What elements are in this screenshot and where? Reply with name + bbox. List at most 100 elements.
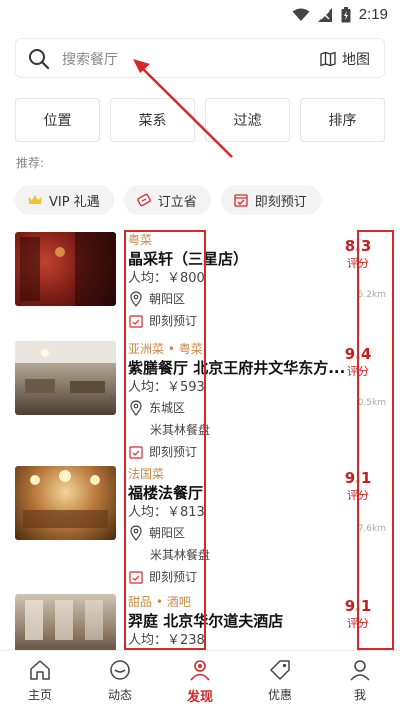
average-price: 人均：￥593 <box>128 380 205 395</box>
filter-location-button[interactable]: 位置 <box>15 98 100 142</box>
rating-score: 9.1 <box>344 469 372 487</box>
rating-label: 评分 <box>347 617 369 630</box>
district-label: 朝阳区 <box>149 292 186 306</box>
crown-icon <box>28 195 42 204</box>
tab-feed[interactable]: 动态 <box>80 651 160 711</box>
profile-icon <box>350 660 370 681</box>
status-time: 2:19 <box>358 6 388 23</box>
average-price: 人均：￥800 <box>128 271 205 286</box>
chip-label: VIP 礼遇 <box>49 194 100 210</box>
tab-profile[interactable]: 我 <box>320 651 400 711</box>
tab-label: 发现 <box>186 690 213 705</box>
chip-vip[interactable]: VIP 礼遇 <box>15 185 114 215</box>
booking-label: 即刻预订 <box>149 314 198 328</box>
cuisine-label: 法国菜 <box>128 467 165 481</box>
district-label: 朝阳区 <box>149 526 186 540</box>
michelin-line: 米其林餐盘 <box>128 419 348 441</box>
calendar-check-icon <box>129 571 143 584</box>
restaurant-name: 羿庭 北京华尔道夫酒店 <box>128 612 284 630</box>
restaurant-photo <box>15 232 116 306</box>
michelin-label: 米其林餐盘 <box>150 423 211 437</box>
chip-instant-booking[interactable]: 即刻预订 <box>220 185 321 215</box>
restaurant-name: 晶采轩（三星店） <box>128 250 249 268</box>
michelin-label: 米其林餐盘 <box>150 548 211 562</box>
booking-line: 即刻预订 <box>128 310 348 332</box>
home-icon <box>30 660 50 680</box>
coupon-icon <box>136 193 151 207</box>
rating-block: 9.1 评分 <box>338 468 378 504</box>
search-icon <box>29 49 50 70</box>
average-price: 人均：￥813 <box>128 505 205 520</box>
restaurant-info: 甜品 • 酒吧 羿庭 北京华尔道夫酒店 人均：￥238 <box>128 594 348 650</box>
filter-filter-button[interactable]: 过滤 <box>205 98 290 142</box>
discover-icon <box>190 660 210 681</box>
distance-label: 5.2km <box>357 290 386 300</box>
restaurant-photo <box>15 466 116 540</box>
district-line: 朝阳区 <box>128 288 348 310</box>
wifi-icon <box>292 8 310 21</box>
booking-label: 即刻预订 <box>149 445 198 459</box>
map-icon <box>320 51 336 67</box>
distance-label: 7.6km <box>357 524 386 534</box>
restaurant-photo <box>15 594 116 650</box>
rating-score: 8.3 <box>344 237 372 255</box>
tab-label: 动态 <box>107 688 132 702</box>
booking-label: 即刻预订 <box>149 570 198 584</box>
rating-score: 9.4 <box>344 345 372 363</box>
recommend-label: 推荐: <box>16 156 45 170</box>
battery-icon <box>341 6 351 22</box>
chip-coupon[interactable]: 订立省 <box>123 185 211 215</box>
tab-deals[interactable]: 优惠 <box>240 651 320 711</box>
restaurant-info: 法国菜 福楼法餐厅 人均：￥813 朝阳区 米其林餐盘 即刻预订 <box>128 466 348 588</box>
filter-row: 位置 菜系 过滤 排序 <box>15 98 385 142</box>
calendar-check-icon <box>234 194 248 207</box>
rating-block: 9.4 评分 <box>338 344 378 380</box>
tab-label: 主页 <box>27 688 52 702</box>
tag-icon <box>270 660 290 680</box>
restaurant-info: 亚洲菜 • 粤菜 紫膳餐厅 北京王府井文华东方... 人均：￥593 东城区 米… <box>128 341 348 463</box>
recommend-chips: VIP 礼遇 订立省 即刻预订 <box>15 185 321 215</box>
signal-icon <box>317 7 332 22</box>
restaurant-photo <box>15 341 116 415</box>
search-input[interactable]: 搜索餐厅 地图 <box>15 38 385 78</box>
tab-home[interactable]: 主页 <box>0 651 80 711</box>
booking-line: 即刻预订 <box>128 441 348 463</box>
booking-line: 即刻预订 <box>128 566 348 588</box>
feed-icon <box>110 660 130 680</box>
rating-score: 9.1 <box>344 597 372 615</box>
rating-block: 9.1 评分 <box>338 596 378 632</box>
calendar-check-icon <box>129 446 143 459</box>
calendar-check-icon <box>129 315 143 328</box>
district-line: 朝阳区 <box>128 522 348 544</box>
michelin-line: 米其林餐盘 <box>128 544 348 566</box>
rating-label: 评分 <box>347 365 369 378</box>
restaurant-name: 福楼法餐厅 <box>128 484 204 502</box>
distance-label: 0.5km <box>357 398 386 408</box>
average-price: 人均：￥238 <box>128 633 205 648</box>
status-bar: 2:19 <box>0 0 400 34</box>
chip-label: 即刻预订 <box>254 194 307 210</box>
rating-block: 8.3 评分 <box>338 236 378 272</box>
rating-label: 评分 <box>347 489 369 502</box>
restaurant-list: 粤菜 晶采轩（三星店） 人均：￥800 朝阳区 即刻预订 8.3 评分 5.2k… <box>0 228 400 650</box>
tab-label: 优惠 <box>267 688 292 702</box>
restaurant-name: 紫膳餐厅 北京王府井文华东方... <box>128 359 346 377</box>
district-label: 东城区 <box>149 401 186 415</box>
filter-sort-button[interactable]: 排序 <box>300 98 385 142</box>
map-button[interactable]: 地图 <box>320 49 370 69</box>
location-pin-icon <box>130 400 142 416</box>
cuisine-label: 粤菜 <box>128 233 153 247</box>
rating-label: 评分 <box>347 257 369 270</box>
chip-label: 订立省 <box>157 194 197 210</box>
location-pin-icon <box>130 525 142 541</box>
cuisine-label: 亚洲菜 • 粤菜 <box>128 342 203 356</box>
filter-cuisine-button[interactable]: 菜系 <box>110 98 195 142</box>
bottom-tab-bar: 主页 动态 发现 优惠 我 <box>0 650 400 711</box>
tab-discover[interactable]: 发现 <box>160 651 240 711</box>
restaurant-info: 粤菜 晶采轩（三星店） 人均：￥800 朝阳区 即刻预订 <box>128 232 348 332</box>
location-pin-icon <box>130 291 142 307</box>
search-placeholder: 搜索餐厅 <box>62 52 118 68</box>
status-icons: 2:19 <box>292 6 388 23</box>
district-line: 东城区 <box>128 397 348 419</box>
map-label: 地图 <box>342 52 370 68</box>
